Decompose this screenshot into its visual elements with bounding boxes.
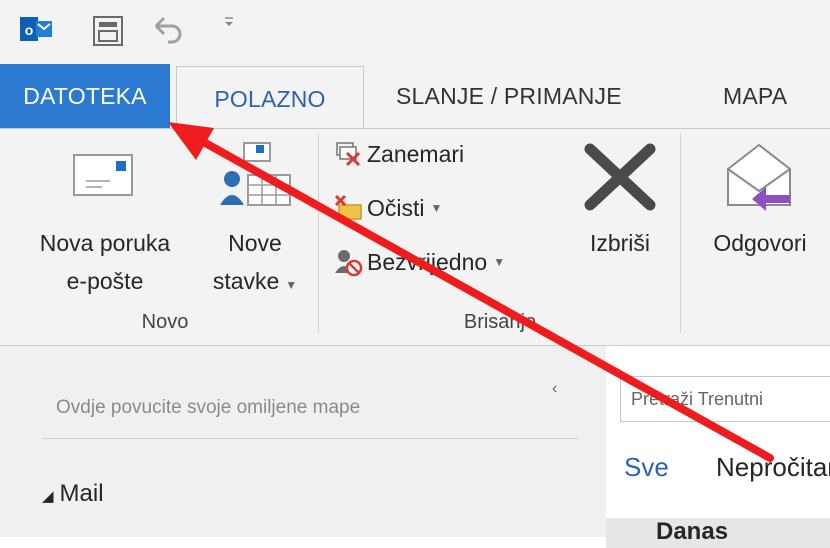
tab-home[interactable]: POLAZNO xyxy=(176,66,364,131)
filter-all[interactable]: Sve xyxy=(624,452,669,483)
group-today-label: Danas xyxy=(656,518,729,545)
ribbon: Nova poruka e-pošte Nove stavke ▼ Novo Z… xyxy=(0,128,830,346)
outlook-logo-icon[interactable]: o xyxy=(20,14,52,44)
new-items-label-text: stavke xyxy=(212,268,280,294)
group-header-today[interactable]: Danas xyxy=(606,518,830,548)
junk-label: Bezvrijedno xyxy=(367,248,488,275)
new-items-icon xyxy=(220,142,291,206)
quick-access-toolbar: o xyxy=(0,0,830,64)
new-email-label-1: Nova poruka xyxy=(39,230,171,256)
divider xyxy=(42,438,578,439)
svg-text:o: o xyxy=(25,22,34,38)
junk-icon xyxy=(335,250,363,277)
send-receive-all-icon[interactable] xyxy=(91,14,125,48)
new-items-label-1: Nove xyxy=(228,230,282,256)
folder-pane: Ovdje povucite svoje omiljene mape ‹ ◢ Ma… xyxy=(0,346,606,537)
clean-up-label: Očisti xyxy=(367,194,425,221)
tab-file[interactable]: DATOTEKA xyxy=(0,64,170,128)
favorites-hint: Ovdje povucite svoje omiljene mape xyxy=(56,397,361,418)
delete-label: Izbriši xyxy=(589,230,651,256)
ignore-label: Zanemari xyxy=(367,140,465,167)
filter-unread[interactable]: Nepročitano xyxy=(716,452,830,483)
expand-triangle-icon: ◢ xyxy=(42,488,54,505)
message-list: Pretraži Trenutni Sve Nepročitano Danas xyxy=(606,346,830,548)
ribbon-separator xyxy=(680,133,681,333)
junk-button[interactable]: Bezvrijedno ▼ xyxy=(333,247,505,277)
undo-icon[interactable] xyxy=(150,14,184,48)
new-items-label-2: stavke ▼ xyxy=(200,263,310,304)
search-input[interactable]: Pretraži Trenutni xyxy=(620,376,830,422)
ribbon-tabs: DATOTEKA POLAZNO SLANJE / PRIMANJE MAPA xyxy=(0,64,830,131)
dropdown-arrow-icon: ▼ xyxy=(430,201,443,215)
ribbon-separator xyxy=(318,133,319,333)
reply-icon xyxy=(727,143,791,211)
new-email-label-2: e-pošte xyxy=(66,268,144,294)
envelope-icon xyxy=(73,154,133,196)
group-label-delete: Brisanje xyxy=(463,311,537,333)
mail-folder-group[interactable]: ◢ Mail xyxy=(42,480,104,508)
customize-toolbar-icon[interactable] xyxy=(222,14,236,28)
tab-folder[interactable]: MAPA xyxy=(723,64,787,128)
group-label-new: Novo xyxy=(141,311,189,333)
ignore-button[interactable]: Zanemari xyxy=(333,139,464,169)
ignore-icon xyxy=(336,142,361,167)
clean-up-icon xyxy=(334,194,362,220)
collapse-pane-button[interactable]: ‹ xyxy=(552,380,557,398)
dropdown-arrow-icon: ▼ xyxy=(285,278,298,292)
delete-x-icon xyxy=(584,143,656,211)
reply-label: Odgovori xyxy=(713,230,807,256)
mail-group-label: Mail xyxy=(59,480,104,507)
clean-up-button[interactable]: Očisti ▼ xyxy=(333,193,442,223)
dropdown-arrow-icon: ▼ xyxy=(493,255,506,269)
tab-send-receive[interactable]: SLANJE / PRIMANJE xyxy=(396,64,622,128)
